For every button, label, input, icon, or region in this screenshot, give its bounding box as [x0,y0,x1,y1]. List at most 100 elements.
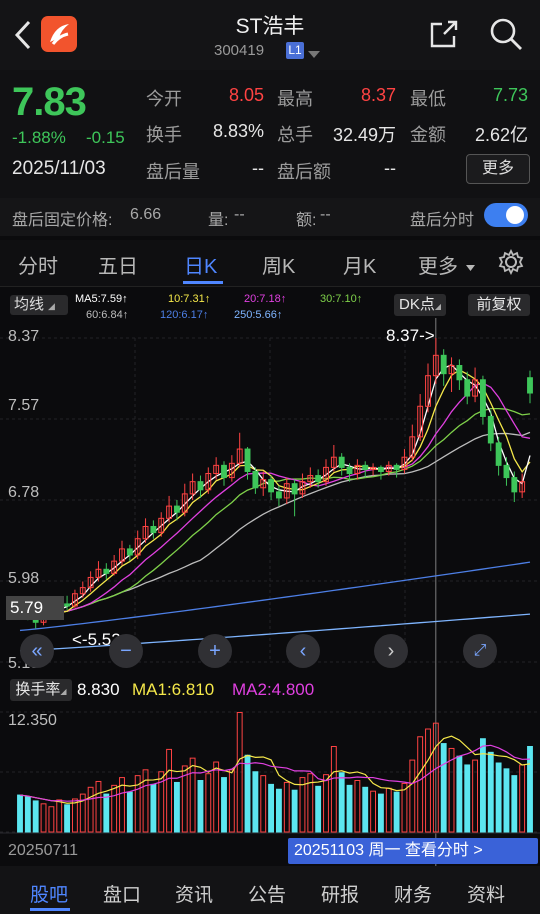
volume-bar [283,781,290,833]
share-icon[interactable] [428,18,460,55]
last-price: 7.83 [12,80,87,124]
volume-bar [221,777,227,833]
fullscreen-button[interactable]: ⤢ [463,634,497,668]
amount-value: 2.62亿 [474,125,528,145]
volume-bar [150,783,157,833]
zoom-out-button[interactable]: − [109,634,143,668]
volume-bar [417,736,424,833]
tab-underline [183,281,223,284]
volume-bar [456,755,463,833]
more-button[interactable]: 更多 [466,154,530,184]
y-tick-1: 8.37 [8,328,40,345]
after-amount-label: 盘后额 [277,162,331,182]
nav-profile[interactable]: 资料 [467,880,505,907]
candle-body [252,470,259,489]
after-qty-value: -- [234,206,245,223]
ma-selector[interactable]: 均线 ◢ [10,295,68,315]
volume-bar [17,794,23,833]
volume-bar [370,790,377,833]
view-timeshare-link[interactable]: 20251103 周一 查看分时 > [288,838,538,864]
volume-indicator-label: 换手率 [15,681,61,698]
volume-bar [95,780,102,833]
dk-point-label: DK点 [399,296,435,313]
nav-news[interactable]: 资讯 [175,880,213,907]
scroll-left-button[interactable]: ‹ [286,634,320,668]
volume-bar [377,793,384,833]
nav-announcements[interactable]: 公告 [248,880,286,907]
tab-more[interactable]: 更多 [418,250,458,279]
gear-icon[interactable] [498,248,524,280]
candle-body [464,379,471,397]
chevron-down-icon[interactable] [308,46,320,64]
after-qty-label: 量: [208,212,229,229]
turnover-label: 换手 [146,125,182,145]
volume-bar [244,754,251,833]
plus-icon: + [209,640,221,662]
volume-bar [323,774,329,833]
volume-bar [252,771,259,833]
volume-bar [440,743,447,833]
ma60-line [19,431,531,616]
nav-orderbook[interactable]: 盘口 [103,880,141,907]
nav-finance[interactable]: 财务 [394,880,432,907]
adjust-button[interactable]: 前复权 [468,294,530,316]
volume-y-max: 12.350 [8,712,57,729]
expand-icon: ⤢ [473,642,487,659]
candle-body [527,377,533,394]
candle-body [221,464,227,479]
volume-bar [260,775,267,833]
zoom-in-button[interactable]: + [198,634,232,668]
scroll-right-button[interactable]: › [374,634,408,668]
candle-body [64,603,71,607]
volume-indicator-selector[interactable]: 换手率◢ [10,679,72,701]
ma30-line [19,407,531,616]
volume-bar [425,728,431,833]
volume-bar [103,793,110,833]
volume-bar [166,748,173,833]
candle-body [197,481,204,491]
scroll-left-fast-button[interactable]: « [20,634,54,668]
kline-chart[interactable] [0,318,540,866]
volume-bar [495,762,502,833]
volume-bar [48,806,55,833]
volume-bar [393,791,400,833]
open-value: 8.05 [228,85,264,105]
volume-bar [32,800,39,833]
candle-body [126,548,133,556]
tab-monthly-k[interactable]: 月K [343,250,376,279]
volume-bar [189,757,196,833]
candle-body [456,365,463,381]
toggle-knob [506,206,524,224]
nav-forum[interactable]: 股吧 [30,880,68,907]
ma5-line [19,364,531,618]
after-timeshare-label: 盘后分时 [410,212,475,229]
candle-body [275,491,282,499]
volume-bar [511,775,518,833]
start-date: 20250711 [8,842,78,859]
after-amt-label: 额: [296,212,317,229]
ma10-line [19,369,531,616]
volume-bar [503,768,510,833]
y-tick-4: 5.98 [8,570,40,587]
ma2-value: MA2:4.800 [232,680,315,699]
tab-weekly-k[interactable]: 周K [262,250,295,279]
volume-bar [142,769,149,833]
candle-body [487,415,494,444]
dk-point-button[interactable]: DK点◢ [394,294,446,316]
candle-body [244,448,251,472]
volume-bar [330,745,337,833]
ma30-label: 30:7.10↑ [320,293,363,305]
tab-timeshare[interactable]: 分时 [18,250,58,279]
volume-bar [472,759,479,833]
tab-daily-k[interactable]: 日K [184,250,217,279]
volume-value: 32.49万 [332,125,396,145]
search-icon[interactable] [488,16,524,57]
candle-body [150,525,157,534]
volume-bar [275,788,282,833]
after-volume-value: -- [252,158,264,178]
nav-research[interactable]: 研报 [321,880,359,907]
candle-body [503,464,510,479]
candle-body [479,379,486,417]
tab-five-day[interactable]: 五日 [98,250,138,279]
candle-body [315,475,322,483]
